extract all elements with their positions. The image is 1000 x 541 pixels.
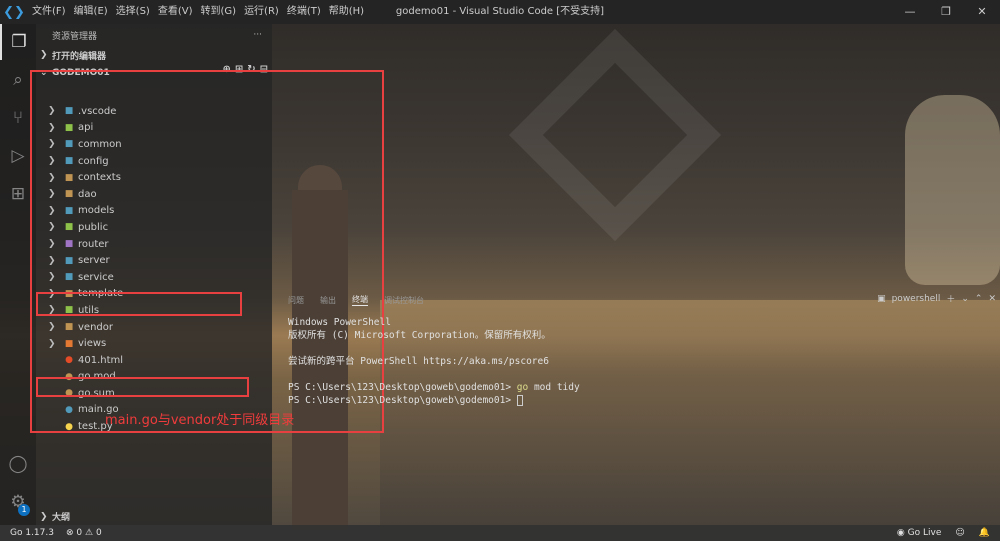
terminal-line: 版权所有 (C) Microsoft Corporation。保留所有权利。: [288, 330, 551, 341]
minimize-icon[interactable]: —: [892, 0, 928, 24]
menu-item[interactable]: 终端(T): [283, 0, 325, 24]
terminal-cursor: [516, 395, 523, 406]
panel-actions: ▣ powershell ＋ ⌄ ⌃ ✕: [877, 292, 996, 306]
close-icon[interactable]: ✕: [964, 0, 1000, 24]
anime-character: [905, 95, 1000, 285]
outline-label: 大纲: [52, 513, 71, 523]
warning-count: 0: [95, 528, 102, 538]
terminal-line: PS C:\Users\123\Desktop\goweb\godemo01> …: [288, 382, 580, 393]
error-count: 0: [76, 528, 83, 538]
menu-item[interactable]: 运行(R): [240, 0, 283, 24]
explorer-title: 资源管理器: [52, 31, 98, 42]
outline-section[interactable]: ❯ 大纲: [36, 508, 272, 525]
vscode-logo-icon: ❮❯: [3, 4, 25, 20]
menu-item[interactable]: 编辑(E): [70, 0, 112, 24]
terminal-icon: ▣: [877, 293, 886, 304]
window-controls: — ❐ ✕: [892, 0, 1000, 24]
settings-gear-icon[interactable]: ⚙ 1: [0, 484, 36, 520]
menu-item[interactable]: 转到(G): [197, 0, 241, 24]
open-editors-section[interactable]: ❯ 打开的编辑器: [36, 46, 272, 64]
shell-name[interactable]: powershell: [892, 294, 941, 304]
menu-item[interactable]: 文件(F): [28, 0, 70, 24]
annotation-vendor-box: [36, 292, 242, 316]
vscode-watermark: [508, 28, 722, 242]
annotation-text: main.go与vendor处于同级目录: [105, 413, 295, 428]
terminal-output[interactable]: Windows PowerShell 版权所有 (C) Microsoft Cor…: [288, 316, 580, 407]
open-editors-label: 打开的编辑器: [52, 51, 107, 62]
terminal-panel: 问题 输出 终端 调试控制台 ▣ powershell ＋ ⌄ ⌃ ✕ Windows…: [278, 290, 1000, 525]
sidebar-header: 资源管理器 ···: [36, 24, 272, 46]
command-keyword: go: [516, 382, 529, 393]
terminal-line: PS C:\Users\123\Desktop\goweb\godemo01>: [288, 394, 580, 407]
annotation-main-box: [36, 377, 249, 397]
more-actions-icon[interactable]: ···: [253, 30, 262, 40]
warning-icon: ⚠: [85, 528, 94, 538]
menu-item[interactable]: 查看(V): [154, 0, 197, 24]
close-panel-icon[interactable]: ✕: [988, 294, 996, 304]
go-live-button[interactable]: ◉ Go Live: [897, 528, 941, 538]
notification-badge: 1: [18, 504, 30, 516]
status-bar: Go 1.17.3 ⊗ 0 ⚠ 0 ◉ Go Live ☺ 🔔: [0, 525, 1000, 541]
restore-icon[interactable]: ❐: [928, 0, 964, 24]
broadcast-icon: ◉: [896, 528, 905, 538]
add-terminal-icon[interactable]: ＋: [946, 292, 955, 305]
menu-item[interactable]: 选择(S): [112, 0, 154, 24]
panel-tab[interactable]: 问题: [288, 295, 304, 306]
account-icon[interactable]: ◯: [0, 446, 36, 482]
feedback-icon[interactable]: ☺: [955, 528, 964, 538]
panel-tab[interactable]: 终端: [352, 294, 368, 306]
terminal-line: 尝试新的跨平台 PowerShell https://aka.ms/pscore…: [288, 356, 549, 367]
window-title: godemo01 - Visual Studio Code [不受支持]: [395, 6, 605, 17]
explorer-icon[interactable]: ❐: [0, 24, 36, 60]
menu-bar: 文件(F) 编辑(E) 选择(S) 查看(V) 转到(G) 运行(R) 终端(T) 帮助(H): [28, 0, 368, 24]
notifications-icon[interactable]: 🔔: [979, 528, 990, 538]
go-live-label: Go Live: [907, 528, 942, 538]
chevron-right-icon: ❯: [40, 511, 48, 522]
command-args: mod tidy: [528, 382, 580, 393]
title-bar: ❮❯ 文件(F) 编辑(E) 选择(S) 查看(V) 转到(G) 运行(R) 终端(T) 帮助…: [0, 0, 1000, 24]
panel-tab[interactable]: 调试控制台: [384, 295, 424, 306]
maximize-panel-icon[interactable]: ⌃: [975, 294, 983, 304]
terminal-line: Windows PowerShell: [288, 317, 391, 328]
panel-tab[interactable]: 输出: [320, 295, 336, 306]
chevron-down-icon[interactable]: ⌄: [961, 294, 969, 304]
problems-indicator[interactable]: ⊗ 0 ⚠ 0: [66, 528, 102, 538]
chevron-right-icon: ❯: [40, 50, 48, 60]
go-version[interactable]: Go 1.17.3: [10, 528, 54, 538]
error-icon: ⊗: [65, 528, 74, 538]
